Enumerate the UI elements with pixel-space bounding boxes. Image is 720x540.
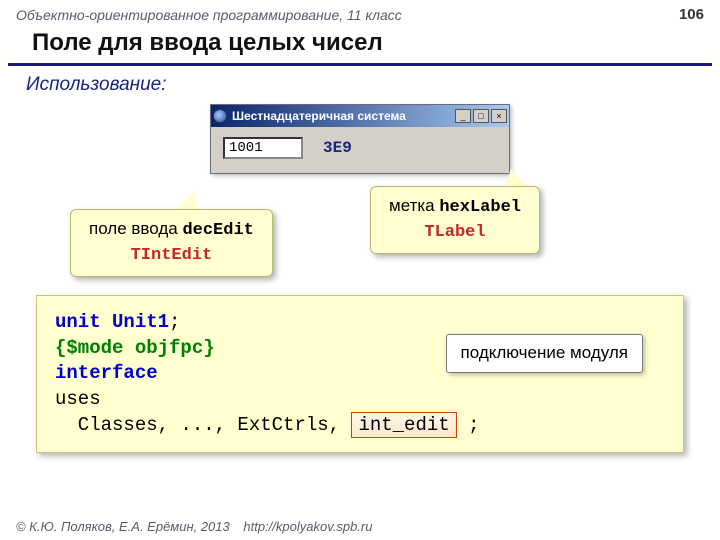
window-titlebar: Шестнадцатеричная система _ □ × [211,105,509,127]
page-number: 106 [679,6,704,23]
copyright: © К.Ю. Поляков, Е.А. Ерёмин, 2013 [16,519,230,534]
minimize-button[interactable]: _ [455,109,471,123]
footer-link: http://kpolyakov.spb.ru [243,519,372,534]
callout-hexlabel: метка hexLabel TLabel [370,186,540,254]
code-block: unit Unit1; {$mode objfpc} interface use… [36,295,684,453]
window-icon [213,109,227,123]
section-label: Использование: [0,66,720,96]
footer: © К.Ю. Поляков, Е.А. Ерёмин, 2013 http:/… [16,519,372,534]
window-caption: Шестнадцатеричная система [232,109,453,123]
page-title: Поле для ввода целых чисел [8,25,712,66]
demo-window: Шестнадцатеричная система _ □ × 3E9 [210,104,510,174]
callout-decedit: поле ввода decEdit TIntEdit [70,209,273,277]
hex-label-output: 3E9 [323,139,352,157]
close-button[interactable]: × [491,109,507,123]
callout-module-connection: подключение модуля [446,334,643,373]
maximize-button[interactable]: □ [473,109,489,123]
module-highlight: int_edit [351,412,456,438]
course-label: Объектно-ориентированное программировани… [16,7,402,23]
dec-edit-input[interactable] [223,137,303,159]
